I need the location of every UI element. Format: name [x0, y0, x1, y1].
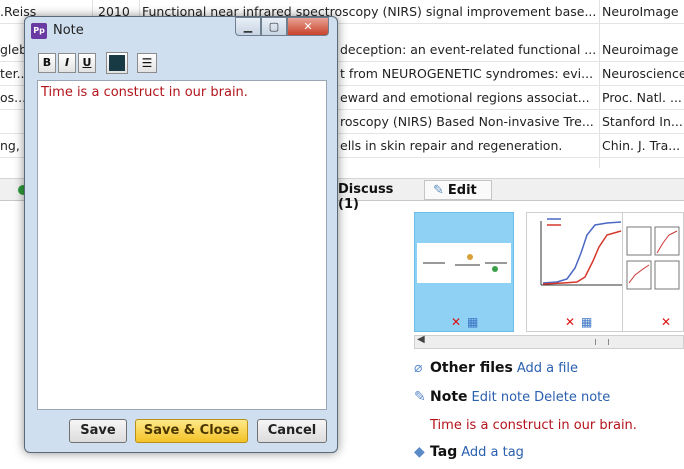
add-file-link[interactable]: Add a file — [517, 361, 578, 376]
cell-title: ells in skin repair and regeneration. — [340, 138, 563, 153]
cell-title: roscopy (NIRS) Based Non-invasive Tre... — [340, 114, 594, 129]
text-color-button[interactable] — [106, 52, 128, 74]
dialog-titlebar[interactable]: Pp Note ▁ ▢ ✕ — [25, 17, 337, 45]
view-figure-icon[interactable]: ▦ — [467, 315, 478, 329]
thumbnail-2[interactable]: ✕ ▦ — [526, 212, 626, 332]
other-files-row: ⌀ Other files Add a file — [414, 360, 578, 376]
note-dialog: Pp Note ▁ ▢ ✕ B I U ☰ Time is a construc… — [24, 16, 338, 453]
dialog-title: Note — [53, 23, 84, 38]
note-heading: Note — [430, 389, 468, 405]
italic-button[interactable]: I — [58, 53, 76, 73]
cell-title: t from NEUROGENETIC syndromes: evi... — [340, 66, 594, 81]
thumbnails-scrollbar[interactable]: ◀ — [414, 334, 684, 349]
scroll-thumb[interactable] — [595, 339, 609, 345]
thumbnail-chart-image — [540, 218, 623, 286]
cell-journal: Proc. Natl. ... — [602, 90, 682, 105]
view-figure-icon[interactable]: ▦ — [581, 315, 592, 329]
tab-discuss-label: Discuss (1) — [338, 182, 394, 212]
delete-figure-icon[interactable]: ✕ — [661, 315, 671, 329]
thumbnail-1[interactable]: ✕ ▦ — [414, 212, 514, 332]
column-divider[interactable] — [599, 0, 600, 168]
minimize-button[interactable]: ▁ — [235, 17, 261, 36]
delete-figure-icon[interactable]: ✕ — [565, 315, 575, 329]
bold-button[interactable]: B — [38, 53, 56, 73]
paperclip-icon: ⌀ — [414, 360, 423, 376]
note-row: ✎ Note Edit note Delete note — [414, 389, 610, 405]
color-swatch — [109, 55, 125, 71]
note-preview: Time is a construct in our brain. — [430, 418, 637, 433]
tab-edit-label: Edit — [447, 183, 477, 198]
cell-journal: Chin. J. Tra... — [602, 138, 681, 153]
tag-heading: Tag — [430, 444, 458, 460]
cell-journal: Neuroimage — [602, 42, 679, 57]
format-toolbar: B I U ☰ — [33, 49, 329, 77]
window-controls: ▁ ▢ ✕ — [235, 17, 329, 36]
save-button[interactable]: Save — [69, 419, 127, 443]
other-files-heading: Other files — [430, 360, 513, 376]
figure-thumbnails: ✕ ▦ ✕ ▦ ✕ — [414, 212, 684, 334]
cell-journal: Neuroscience — [602, 66, 684, 81]
edit-note-link[interactable]: Edit note — [472, 390, 531, 405]
underline-button[interactable]: U — [78, 53, 96, 73]
note-content: Time is a construct in our brain. — [41, 85, 248, 100]
note-editor[interactable]: Time is a construct in our brain. — [37, 80, 327, 410]
delete-note-link[interactable]: Delete note — [534, 390, 610, 405]
pencil-icon: ✎ — [433, 183, 444, 198]
tag-row: ◆ Tag Add a tag — [414, 444, 524, 460]
tag-icon: ◆ — [414, 444, 425, 460]
scroll-left-icon[interactable]: ◀ — [417, 334, 425, 345]
pencil-icon: ✎ — [414, 389, 426, 405]
cell-title: eward and emotional regions associat... — [340, 90, 590, 105]
cell-title: deception: an event-related functional .… — [340, 42, 596, 57]
cell-journal: Stanford In... — [602, 114, 683, 129]
maximize-button[interactable]: ▢ — [261, 17, 287, 36]
close-button[interactable]: ✕ — [287, 17, 329, 36]
cell-journal: NeuroImage — [602, 4, 679, 19]
tab-discuss[interactable]: Discuss (1) — [330, 180, 422, 212]
save-close-button[interactable]: Save & Close — [135, 419, 248, 443]
thumbnail-figure-image — [417, 243, 511, 283]
add-tag-link[interactable]: Add a tag — [461, 445, 524, 460]
tab-edit[interactable]: ✎ Edit — [424, 180, 492, 200]
bullet-list-button[interactable]: ☰ — [137, 53, 157, 73]
app-icon: Pp — [31, 23, 47, 39]
thumbnail-chart-image — [626, 226, 680, 290]
delete-figure-icon[interactable]: ✕ — [451, 315, 461, 329]
thumbnail-3[interactable]: ✕ — [622, 212, 684, 332]
cancel-button[interactable]: Cancel — [257, 419, 327, 443]
